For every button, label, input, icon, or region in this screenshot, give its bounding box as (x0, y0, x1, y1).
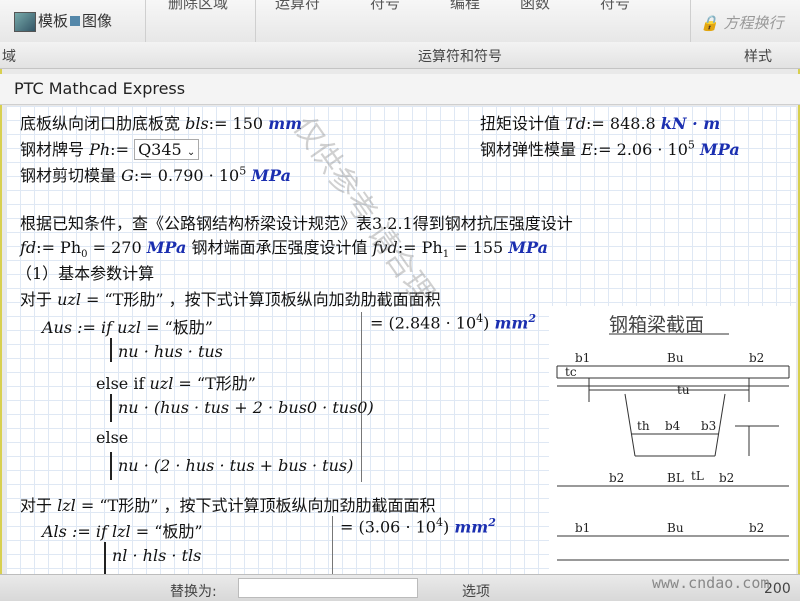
aus-result: = (2.848 · 104) mm2 (370, 312, 537, 333)
program-divider (332, 516, 333, 574)
region-ph[interactable]: 钢材牌号 Ph:= Q345 ⌄ (20, 136, 200, 160)
ribbon-image-button[interactable]: 图像 (70, 10, 112, 31)
aus-definition[interactable]: Aus := if uzl = “板肋” (42, 314, 213, 338)
figure-label: b2 (719, 471, 734, 485)
ribbon-operators-button[interactable]: 运算符 (275, 0, 320, 13)
figure-label: th (637, 419, 650, 433)
box-girder-figure: 钢箱梁截面 b1 Bu b2 tc tu th b4 b3 b2 BL tL b… (549, 306, 796, 574)
als-branch-1[interactable]: nl · hls · tls (112, 546, 201, 565)
figure-label: tL (691, 469, 704, 483)
program-divider (361, 312, 362, 482)
figure-label: Bu (667, 351, 684, 365)
template-icon (14, 11, 36, 32)
ribbon: 模板 图像 删除区域 运算符 符号 编程 函数 符号 🔒 方程换行 (0, 0, 800, 43)
figure-label: tu (677, 383, 690, 397)
ribbon-group-bar: 域 运算符和符号 样式 (0, 42, 800, 69)
text-region-standard[interactable]: 根据已知条件，查《公路钢结构桥梁设计规范》表3.2.1得到钢材抗压强度设计 (20, 210, 573, 234)
aus-branch-2[interactable]: nu · (hus · tus + 2 · bus0 · tus0) (118, 398, 374, 417)
steel-grade-select[interactable]: Q345 ⌄ (134, 139, 200, 160)
lock-icon: 🔒 (700, 14, 719, 32)
region-td[interactable]: 扭矩设计值 Td:= 848.8 kN · m (480, 110, 720, 134)
ribbon-programming-button[interactable]: 编程 (450, 0, 480, 13)
figure-label: b4 (665, 419, 681, 433)
figure-label: Bu (667, 521, 684, 535)
watermark: 仅供参考 请合理 (285, 110, 441, 311)
figure-label: b3 (701, 419, 716, 433)
figure-label: b1 (575, 521, 590, 535)
ribbon-delete-region-button[interactable]: 删除区域 (168, 0, 228, 13)
program-bar (104, 542, 106, 574)
region-fd-fvd[interactable]: fd:= Ph0 = 270 MPa 钢材端面承压强度设计值 fvd:= Ph1… (20, 234, 548, 260)
region-g[interactable]: 钢材剪切模量 G:= 0.790 · 105 MPa (20, 162, 291, 186)
figure-label: b2 (749, 351, 764, 365)
group-label-left: 域 (2, 49, 16, 65)
options-button[interactable]: 选项 (462, 581, 490, 601)
figure-label: BL (667, 471, 684, 485)
program-bar (110, 452, 112, 480)
ribbon-functions-button[interactable]: 函数 (520, 0, 550, 13)
group-label-style: 样式 (744, 49, 772, 65)
aus-else[interactable]: else (96, 428, 128, 447)
region-bls[interactable]: 底板纵向闭口肋底板宽 bls:= 150 mm (20, 110, 302, 134)
site-watermark: www.cndao.com (652, 574, 770, 592)
region-e[interactable]: 钢材弹性模量 E:= 2.06 · 105 MPa (480, 136, 740, 160)
figure-label: b2 (749, 521, 764, 535)
region-uzl-text[interactable]: 对于 uzl = “T形肋” ，按下式计算顶板纵向加劲肋截面面积 (20, 286, 441, 310)
document-titlebar: PTC Mathcad Express (0, 74, 800, 105)
program-bar (110, 338, 112, 362)
program-bar (110, 394, 112, 422)
replace-label: 替换为: (170, 584, 217, 600)
aus-branch-3[interactable]: nu · (2 · hus · tus + bus · tus) (118, 456, 353, 475)
als-result: = (3.06 · 104) mm2 (340, 516, 496, 537)
chevron-down-icon: ⌄ (186, 147, 196, 158)
ribbon-template-button[interactable]: 模板 (14, 10, 68, 32)
aus-branch-1[interactable]: nu · hus · tus (118, 342, 223, 361)
als-definition[interactable]: Als := if lzl = “板肋” (42, 518, 203, 542)
image-icon (70, 16, 80, 26)
worksheet[interactable]: 底板纵向闭口肋底板宽 bls:= 150 mm 扭矩设计值 Td:= 848.8… (6, 106, 796, 574)
ribbon-symbols-button[interactable]: 符号 (370, 0, 400, 13)
figure-label: b1 (575, 351, 590, 365)
ribbon-equation-wrap-button[interactable]: 🔒 方程换行 (700, 12, 783, 33)
aus-elseif[interactable]: else if uzl = “T形肋” (96, 370, 256, 394)
figure-label: b2 (609, 471, 624, 485)
region-lzl-text[interactable]: 对于 lzl = “T形肋” ，按下式计算顶板纵向加劲肋截面面积 (20, 492, 435, 516)
box-girder-drawing: b1 Bu b2 tc tu th b4 b3 b2 BL tL b2 b1 B… (556, 333, 790, 561)
section-heading[interactable]: （1）基本参数计算 (16, 260, 154, 284)
group-label-operators: 运算符和符号 (418, 49, 502, 65)
ribbon-symbol2-button[interactable]: 符号 (600, 0, 630, 13)
figure-label: tc (565, 365, 577, 379)
app-title: PTC Mathcad Express (14, 79, 186, 98)
replace-input[interactable] (238, 578, 418, 598)
